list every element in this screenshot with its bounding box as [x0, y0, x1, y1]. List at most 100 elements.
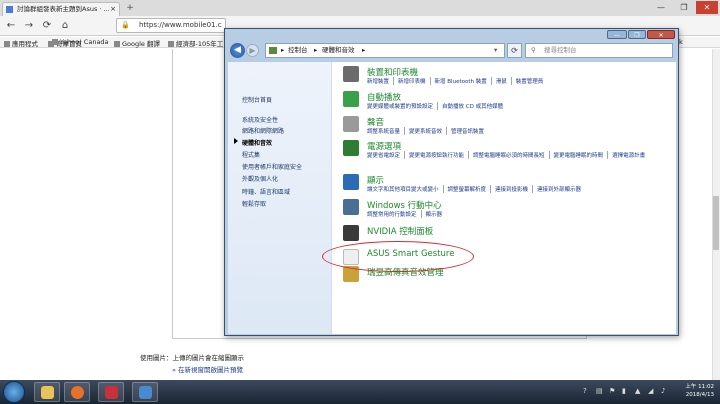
sidebar-item[interactable]: 外觀及個人化	[242, 174, 278, 183]
explorer-icon[interactable]	[34, 382, 60, 402]
category-link[interactable]: 變更媒體或裝置的預設設定	[367, 102, 439, 110]
search-icon: ⚲	[531, 46, 536, 54]
home-icon[interactable]: ⌂	[58, 19, 72, 33]
cp-search-input[interactable]: ⚲ 搜尋控制台	[525, 43, 673, 58]
scrollbar-thumb[interactable]	[713, 196, 719, 250]
sidebar-item[interactable]: 系統及安全性	[242, 115, 278, 124]
firefox-icon[interactable]	[64, 382, 90, 402]
close-button[interactable]: ✕	[696, 1, 718, 14]
category-link[interactable]: 變更電源按鈕執行功能	[409, 151, 470, 159]
cp-back-icon[interactable]: ◀	[230, 43, 245, 58]
category-link[interactable]: 連接到外部顯示器	[537, 185, 585, 193]
url-text: https://www.mobile01.c	[139, 21, 222, 29]
cp-close-button[interactable]: ✕	[647, 30, 675, 39]
control-panel-icon	[269, 47, 277, 54]
breadcrumb-hardware-sound[interactable]: 硬體和音效	[322, 44, 355, 57]
cp-address-bar[interactable]: ▸ 控制台 ▸ 硬體和音效 ▸ ▾	[265, 43, 505, 58]
category-link[interactable]: 新增印表機	[398, 77, 431, 85]
current-item-icon	[234, 138, 238, 144]
nvidia-icon[interactable]	[343, 225, 359, 241]
forward-icon[interactable]: →	[22, 19, 36, 33]
breadcrumb-control-panel[interactable]: 控制台	[288, 44, 308, 57]
category-links: 變更省電設定 變更電源按鈕執行功能 調整電腦睡眠必須的時間長短 變更電腦睡眠的時間 選擇…	[367, 151, 653, 159]
category-link[interactable]: 調整電腦睡眠必須的時間長短	[473, 151, 550, 159]
bookmark-apps[interactable]: 應用程式	[4, 38, 38, 48]
breadcrumb-sep: ▸	[362, 46, 366, 54]
tray-help-icon[interactable]: ?	[583, 387, 587, 395]
tray-battery-icon[interactable]: ▮	[622, 387, 626, 395]
url-bar[interactable]: 🔒 https://www.mobile01.c	[116, 18, 226, 33]
cp-body: 控制台首頁系統及安全性 網路和網際網路硬體和音效程式集使用者帳戶和家庭安全 外觀及個…	[228, 62, 676, 334]
category-link[interactable]: 顯示器	[426, 210, 447, 218]
bookmark-google-translate[interactable]: Google 翻譯	[114, 38, 160, 48]
browser-tab[interactable]: 討論群組發表新主題到Asus · ... ×	[2, 2, 120, 16]
control-panel-window: — ❐ ✕ ◀ ▶ ▸ 控制台 ▸ 硬體和音效 ▸ ▾ ⟳ ⚲ 搜尋控制台 控制…	[224, 28, 679, 336]
category-link[interactable]: 新增裝置	[367, 77, 395, 85]
mobility-center-icon[interactable]	[343, 199, 359, 215]
bookmark-yahoo-canada[interactable]: Yahoo! Canada	[52, 38, 109, 46]
category-link[interactable]: 變更系統音效	[409, 127, 448, 135]
category-title[interactable]: NVIDIA 控制面板	[367, 225, 433, 237]
sidebar-item[interactable]: 使用者帳戶和家庭安全	[242, 162, 302, 171]
cp-minimize-button[interactable]: —	[607, 30, 627, 39]
reload-icon[interactable]: ⟳	[40, 19, 54, 33]
category-link[interactable]: 變更電腦睡眠的時間	[554, 151, 609, 159]
sidebar-item[interactable]: 程式集	[242, 150, 260, 159]
power-options-icon[interactable]	[343, 140, 359, 156]
tray-wifi-icon[interactable]: ◢	[648, 387, 653, 395]
category-link[interactable]: 裝置管理員	[516, 77, 548, 85]
category-links: 調整系統音量 變更系統音效 管理音訊裝置	[367, 127, 492, 135]
cp-refresh-icon[interactable]: ⟳	[507, 43, 522, 58]
sidebar-item[interactable]: 控制台首頁	[242, 95, 272, 104]
app-icon[interactable]	[98, 382, 124, 402]
printer-icon[interactable]	[343, 66, 359, 82]
category-link[interactable]: 連接到投影機	[495, 185, 534, 193]
taskbar: ? ▤ ⚑ ▮ ▲ ◢ ♪ 上午 11:02 2018/4/13	[0, 380, 720, 404]
category-link[interactable]: 滑鼠	[496, 77, 512, 85]
start-button[interactable]	[3, 381, 25, 403]
category-link[interactable]: 選擇電源計畫	[612, 151, 649, 159]
maximize-button[interactable]: ❐	[673, 1, 695, 14]
autoplay-icon[interactable]	[343, 91, 359, 107]
display-icon[interactable]	[343, 174, 359, 190]
breadcrumb-sep: ▸	[281, 46, 285, 54]
category-link[interactable]: 調整螢幕解析度	[448, 185, 492, 193]
minimize-button[interactable]: —	[650, 1, 672, 14]
yahoo-icon	[52, 39, 58, 45]
bookmark-moea[interactable]: 經濟部-105年工	[168, 38, 223, 48]
category-link[interactable]: 變更省電設定	[367, 151, 406, 159]
category-link[interactable]: 調整常用的行動設定	[367, 210, 422, 218]
tab-close-icon[interactable]: ×	[110, 3, 116, 15]
category-link[interactable]: 自動播放 CD 或其他媒體	[442, 102, 507, 110]
tray-flag-icon[interactable]: ⚑	[609, 387, 615, 395]
tray-signal-icon[interactable]: ▲	[635, 387, 640, 395]
cp-forward-icon[interactable]: ▶	[246, 44, 259, 57]
category-link[interactable]: 管理音訊裝置	[451, 127, 488, 135]
sidebar-item[interactable]: 網路和網際網路	[242, 126, 284, 135]
cp-maximize-button[interactable]: ❐	[628, 30, 646, 39]
red-highlight-ellipse	[322, 241, 474, 272]
category-link[interactable]: 調整系統音量	[367, 127, 406, 135]
new-tab-button[interactable]: +	[124, 3, 136, 14]
lock-icon: 🔒	[121, 21, 130, 29]
favicon-icon	[6, 6, 13, 13]
sidebar-item[interactable]: 硬體和音效	[234, 138, 272, 147]
tray-network-icon[interactable]: ▤	[596, 387, 603, 395]
photo-label: 使用圖片：上傳的圖片會在縮圖顯示	[140, 354, 244, 362]
preview-link[interactable]: » 在新視窗開啟圖片預覽	[172, 364, 243, 374]
back-icon[interactable]: ←	[4, 19, 18, 33]
category-links: 讓文字和其他項目變大或變小 調整螢幕解析度 連接到投影機 連接到外部顯示器	[367, 185, 589, 193]
dropdown-icon[interactable]: ▾	[494, 44, 497, 57]
cp-sidebar: 控制台首頁系統及安全性 網路和網際網路硬體和音效程式集使用者帳戶和家庭安全 外觀及個…	[228, 62, 332, 334]
speaker-icon[interactable]	[343, 116, 359, 132]
tab-title: 討論群組發表新主題到Asus · ...	[17, 5, 110, 13]
sidebar-item[interactable]: 輕鬆存取	[242, 199, 266, 208]
taskbar-clock[interactable]: 上午 11:02 2018/4/13	[685, 383, 714, 399]
apps-icon	[4, 41, 10, 47]
sidebar-item[interactable]: 時鐘、語言和區域	[242, 187, 290, 196]
google-icon	[114, 41, 120, 47]
category-link[interactable]: 讓文字和其他項目變大或變小	[367, 185, 444, 193]
tray-volume-icon[interactable]: ♪	[661, 387, 665, 395]
control-panel-icon[interactable]	[132, 382, 158, 402]
category-link[interactable]: 新增 Bluetooth 裝置	[435, 77, 492, 85]
